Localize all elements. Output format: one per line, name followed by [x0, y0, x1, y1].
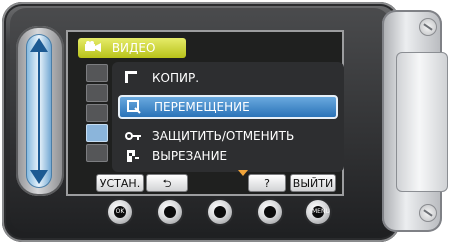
menu-item-trim[interactable]: ВЫРЕЗАНИЕ — [118, 146, 338, 166]
back-button[interactable]: ⮌ — [146, 174, 188, 192]
side-menu — [82, 60, 112, 170]
side-transfer-icon[interactable] — [86, 104, 108, 122]
round-button-4-core — [264, 206, 276, 218]
menu-item-copy[interactable]: КОПИР. — [118, 68, 338, 88]
menu-item-move[interactable]: ПЕРЕМЕЩЕНИЕ — [118, 95, 338, 119]
side-edit-icon[interactable] — [86, 124, 108, 142]
round-button-4[interactable] — [258, 200, 282, 224]
key-icon — [124, 128, 141, 144]
tab-video-label: ВИДЕО — [111, 41, 156, 55]
tab-video[interactable]: ВИДЕО — [78, 38, 186, 58]
ok-button[interactable]: OK — [108, 200, 132, 224]
trim-icon — [124, 148, 140, 164]
round-button-3-core — [214, 206, 226, 218]
camcorder-ui: ВИДЕО КОПИР. ПЕРЕМЕЩЕНИЕ ЗАЩИТИТЬ/ОТМЕНИ… — [0, 0, 451, 245]
set-button[interactable]: УСТАН. — [96, 174, 144, 192]
menu-item-protect[interactable]: ЗАЩИТИТЬ/ОТМЕНИТЬ — [118, 126, 338, 146]
menu-label: MENU — [312, 206, 330, 218]
menu-item-move-label: ПЕРЕМЕЩЕНИЕ — [154, 100, 250, 114]
side-grid-icon[interactable] — [86, 144, 108, 162]
scroll-down-indicator-icon — [238, 170, 248, 176]
side-copy-icon[interactable] — [86, 64, 108, 82]
round-button-2[interactable] — [158, 200, 182, 224]
menu-item-trim-label: ВЫРЕЗАНИЕ — [152, 149, 228, 163]
slider-line — [38, 50, 40, 172]
help-button[interactable]: ? — [248, 174, 286, 192]
screw-top-icon — [419, 18, 437, 36]
copy-icon — [124, 70, 140, 86]
exit-button[interactable]: ВЫЙТИ — [290, 174, 336, 192]
video-camera-icon — [84, 39, 102, 52]
menu-item-copy-label: КОПИР. — [152, 71, 200, 85]
round-button-3[interactable] — [208, 200, 232, 224]
slider-down-icon[interactable] — [30, 170, 48, 184]
ok-label: OK — [114, 206, 126, 218]
screw-bottom-icon — [419, 204, 437, 222]
menu-item-protect-label: ЗАЩИТИТЬ/ОТМЕНИТЬ — [152, 129, 295, 143]
hinge-panel — [396, 52, 448, 192]
menu-button[interactable]: MENU — [306, 200, 330, 224]
move-icon — [126, 99, 142, 115]
round-button-2-core — [164, 206, 176, 218]
side-move-icon[interactable] — [86, 84, 108, 102]
